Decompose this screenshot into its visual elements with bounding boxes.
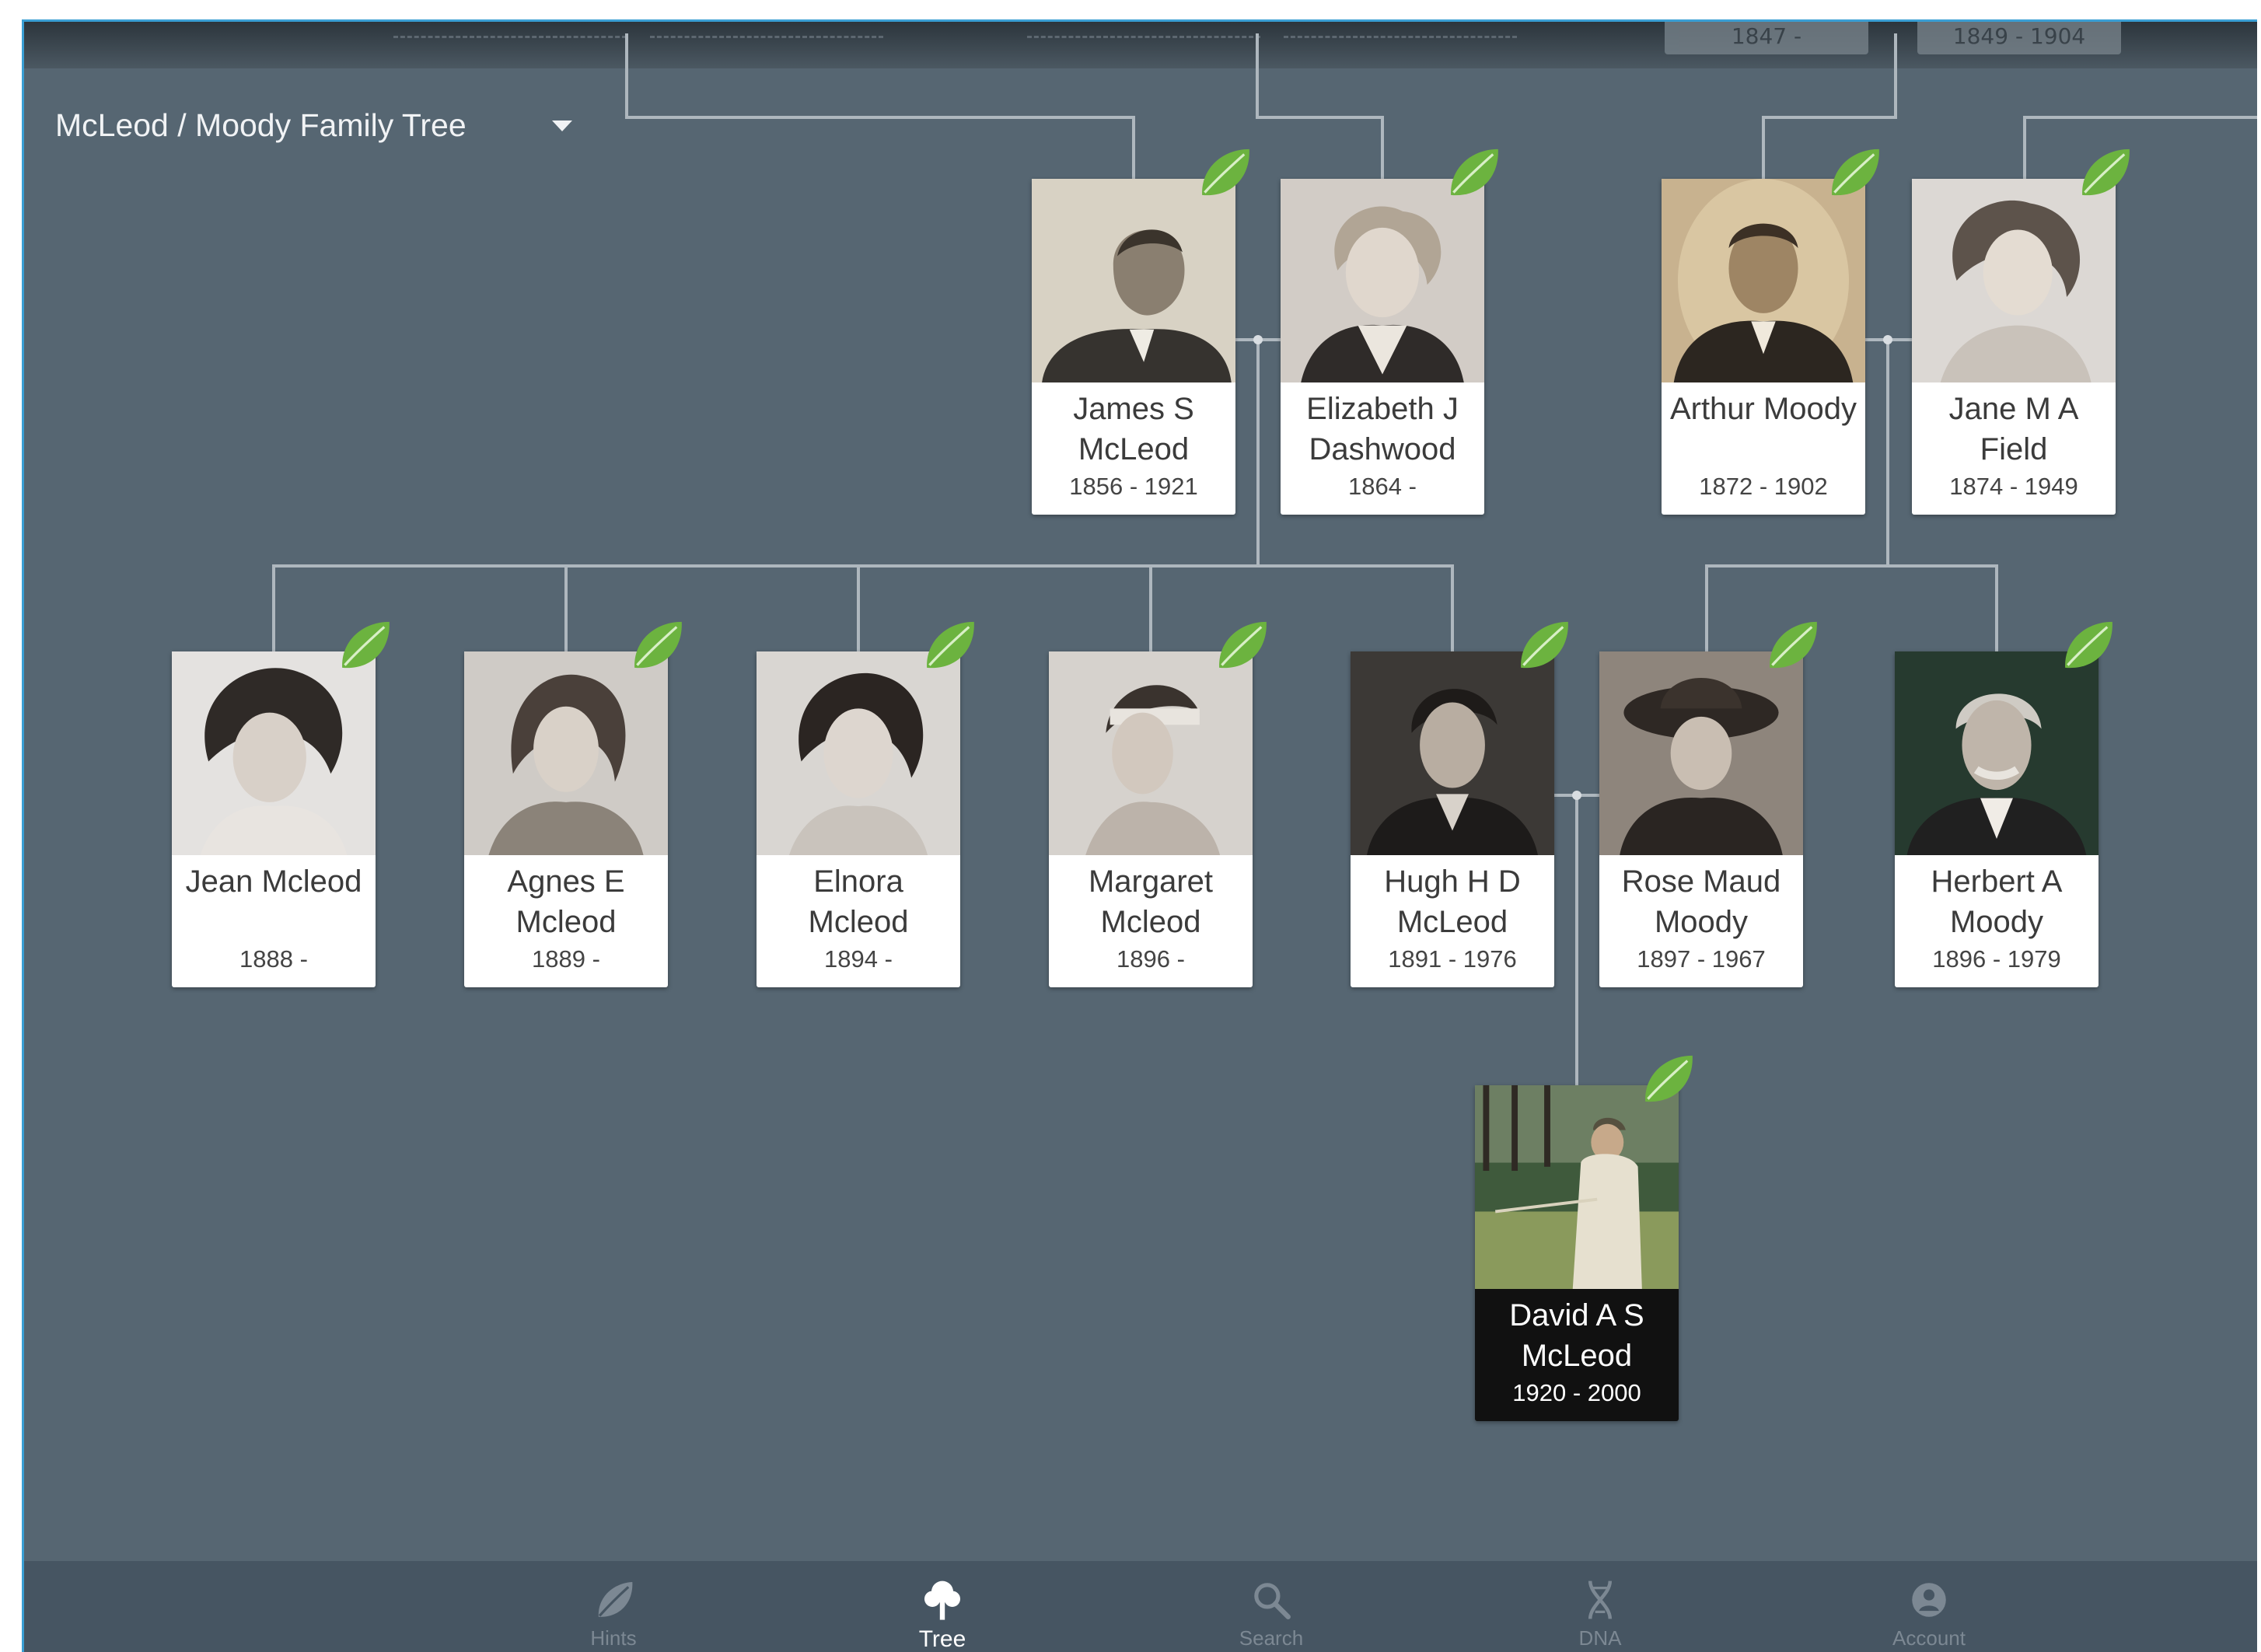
person-name: Hugh H D McLeod (1384, 864, 1521, 939)
hint-leaf-icon[interactable] (624, 614, 688, 678)
person-card-selected[interactable]: David A S McLeod 1920 - 2000 (1475, 1055, 1693, 1421)
person-card[interactable]: Jean Mcleod 1888 - (172, 621, 390, 987)
junction-dot (1572, 791, 1581, 800)
person-photo (1895, 651, 2099, 855)
person-card[interactable]: Herbert A Moody 1896 - 1979 (1895, 621, 2112, 987)
person-years: 1891 - 1976 (1388, 945, 1517, 973)
person-photo (464, 651, 668, 855)
person-card[interactable]: Hugh H D McLeod 1891 - 1976 (1351, 621, 1568, 987)
connector (1256, 33, 1384, 179)
person-years: 1888 - (239, 945, 308, 973)
junction-dot (1883, 335, 1892, 344)
person-years: 1872 - 1902 (1699, 473, 1828, 500)
person-years: 1856 - 1921 (1069, 473, 1198, 500)
person-photo (1281, 179, 1484, 382)
nav-account[interactable]: Account (1851, 1575, 2007, 1650)
bottom-navigation: Hints Tree Search DNA Account (24, 1561, 2257, 1652)
leaf-icon (598, 1581, 633, 1617)
search-icon (1254, 1583, 1291, 1619)
person-name: James S McLeod (1073, 392, 1194, 466)
person-name: Elnora Mcleod (808, 864, 909, 939)
person-card[interactable]: Rose Maud Moody 1897 - 1967 (1599, 621, 1817, 987)
nav-label: Search (1239, 1626, 1304, 1650)
person-years: 1874 - 1949 (1949, 473, 2078, 500)
person-years: 1896 - 1979 (1932, 945, 2061, 973)
person-card[interactable]: Jane M A Field 1874 - 1949 (1912, 148, 2130, 515)
person-name: Margaret Mcleod (1088, 864, 1214, 939)
person-photo (1475, 1085, 1679, 1289)
person-years: 1920 - 2000 (1512, 1379, 1641, 1406)
connector (2023, 116, 2257, 179)
person-name: Agnes E Mcleod (507, 864, 625, 939)
person-name: David A S McLeod (1509, 1298, 1644, 1373)
person-years: 1889 - (532, 945, 600, 973)
person-photo (1912, 179, 2116, 382)
hint-leaf-icon[interactable] (1635, 1048, 1699, 1112)
person-years: 1894 - (824, 945, 893, 973)
person-photo (1662, 179, 1865, 382)
tree-icon (924, 1580, 961, 1620)
person-years: 1896 - (1117, 945, 1185, 973)
nav-label: Tree (918, 1626, 966, 1652)
person-photo (1351, 651, 1554, 855)
person-card[interactable]: Arthur Moody 1872 - 1902 (1662, 148, 1879, 515)
hint-leaf-icon[interactable] (1822, 141, 1885, 205)
person-card[interactable]: Margaret Mcleod 1896 - (1049, 621, 1267, 987)
hint-leaf-icon[interactable] (1760, 614, 1823, 678)
sibling-connector (272, 564, 1454, 651)
hint-leaf-icon[interactable] (2072, 141, 2136, 205)
person-name: Herbert A Moody (1931, 864, 2063, 939)
nav-label: Account (1892, 1626, 1966, 1650)
person-card[interactable]: Elnora Mcleod 1894 - (757, 621, 974, 987)
person-photo (1599, 651, 1803, 855)
person-name: Jane M A Field (1948, 392, 2079, 466)
person-name: Elizabeth J Dashwood (1306, 392, 1459, 466)
sibling-connector (1705, 564, 1998, 651)
hint-leaf-icon[interactable] (1511, 614, 1574, 678)
person-photo (172, 651, 376, 855)
person-card[interactable]: Agnes E Mcleod 1889 - (464, 621, 682, 987)
hint-leaf-icon[interactable] (2055, 614, 2119, 678)
nav-tree[interactable]: Tree (865, 1575, 1020, 1652)
nav-search[interactable]: Search (1193, 1575, 1349, 1650)
person-photo (757, 651, 960, 855)
hint-leaf-icon[interactable] (1192, 141, 1256, 205)
hint-leaf-icon[interactable] (1441, 141, 1504, 205)
hint-leaf-icon[interactable] (1209, 614, 1273, 678)
person-name: Rose Maud Moody (1621, 864, 1781, 939)
person-photo (1032, 179, 1235, 382)
person-years: 1897 - 1967 (1637, 945, 1766, 973)
person-years: 1864 - (1348, 473, 1417, 500)
person-name: Jean Mcleod (185, 864, 362, 899)
nav-label: DNA (1578, 1626, 1622, 1650)
person-photo (1049, 651, 1253, 855)
connector (625, 33, 1135, 179)
hint-leaf-icon[interactable] (332, 614, 396, 678)
nav-hints[interactable]: Hints (536, 1575, 691, 1650)
hint-leaf-icon[interactable] (917, 614, 980, 678)
person-card[interactable]: James S McLeod 1856 - 1921 (1032, 148, 1249, 515)
junction-dot (1253, 335, 1263, 344)
app-window: 1847 - 1849 - 1904 McLeod / Moody Family… (22, 19, 2257, 1652)
person-name: Arthur Moody (1669, 392, 1857, 426)
person-card[interactable]: Elizabeth J Dashwood 1864 - (1281, 148, 1498, 515)
nav-dna[interactable]: DNA (1522, 1575, 1678, 1650)
account-icon (1912, 1583, 1946, 1617)
nav-label: Hints (590, 1626, 637, 1650)
dna-icon (1588, 1580, 1613, 1619)
